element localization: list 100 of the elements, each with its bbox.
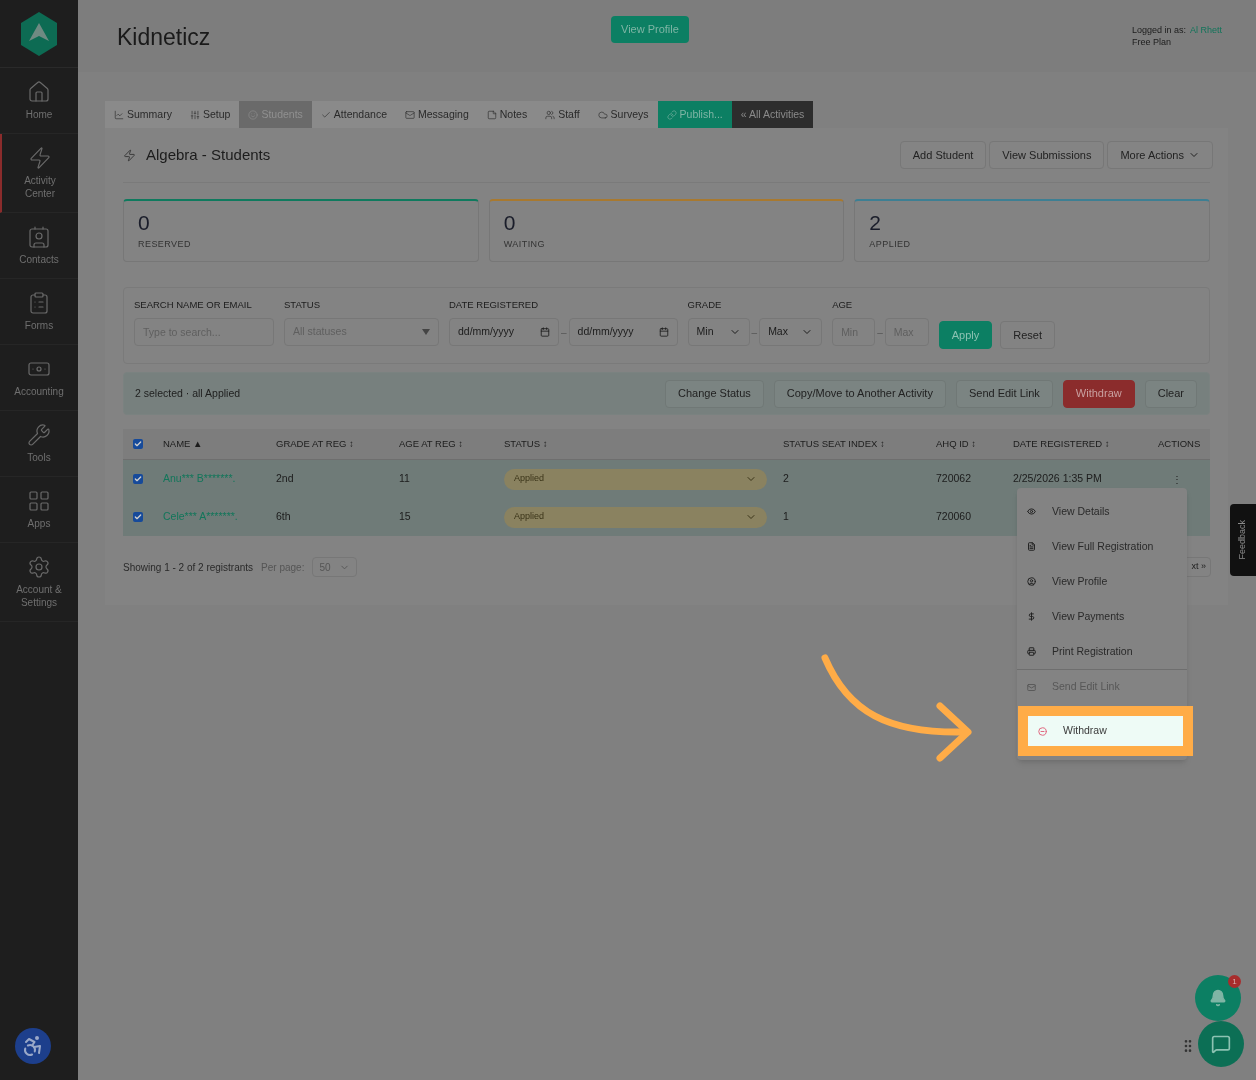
sidebar-item[interactable]: Account & Settings xyxy=(0,543,78,622)
sidebar-label: Apps xyxy=(26,517,52,530)
table-cell-text: 15 xyxy=(398,509,412,525)
bulk-action-button[interactable]: Send Edit Link xyxy=(955,379,1053,408)
sidebar-item[interactable]: Tools xyxy=(0,411,78,477)
tab[interactable]: Staff xyxy=(536,101,589,128)
stat-value: 2 xyxy=(869,211,883,235)
sidebar-item[interactable]: Home xyxy=(0,68,78,134)
sidebar-label: Contacts xyxy=(18,253,60,266)
sidebar-item[interactable]: Forms xyxy=(0,279,78,345)
sidebar-icon xyxy=(28,146,52,170)
sidebar-label: Account & Settings xyxy=(15,583,63,609)
tab[interactable]: Publish... xyxy=(657,101,732,128)
date-field[interactable]: dd/mm/yyyy xyxy=(568,318,678,347)
tab-icon xyxy=(405,109,415,120)
feedback-tab[interactable]: Feedback xyxy=(1230,504,1256,576)
menu-icon xyxy=(1027,612,1036,621)
column-header[interactable]: STATUS SEAT INDEX ↕ xyxy=(775,436,928,452)
sidebar-item[interactable]: Accounting xyxy=(0,345,78,411)
bulk-action-button[interactable]: Withdraw xyxy=(1062,379,1135,408)
status-select[interactable]: Applied xyxy=(504,506,767,528)
table-cell-text: 1 xyxy=(782,509,790,525)
status-select[interactable]: Applied xyxy=(504,468,767,490)
tab[interactable]: Notes xyxy=(477,101,537,128)
menu-item[interactable]: View Details xyxy=(1017,494,1187,529)
chat-button[interactable] xyxy=(1198,1021,1244,1067)
selection-summary: 2 selected · all Applied xyxy=(135,385,241,401)
sidebar-item[interactable]: Activity Center xyxy=(0,134,78,213)
logged-in-label: Logged in as: xyxy=(1131,24,1186,36)
tab-icon xyxy=(114,109,124,120)
column-header[interactable]: AHQ ID ↕ xyxy=(928,436,1005,452)
menu-icon xyxy=(1027,542,1036,551)
tab[interactable]: « All Activities xyxy=(731,101,814,128)
checkbox[interactable] xyxy=(133,512,143,522)
logo-icon xyxy=(19,10,59,57)
sidebar-icon xyxy=(27,423,51,447)
check-icon xyxy=(134,513,142,521)
table-cell-text: 11 xyxy=(398,471,411,487)
checkbox[interactable] xyxy=(133,474,143,484)
grade-min-select[interactable]: Min xyxy=(687,318,750,347)
column-header[interactable]: NAME ▲ xyxy=(155,436,268,452)
check-icon xyxy=(134,440,142,448)
menu-icon xyxy=(1027,682,1036,692)
sidebar-icon xyxy=(27,225,51,249)
apply-button[interactable]: Apply xyxy=(938,321,993,349)
tab-icon xyxy=(320,109,331,120)
view-profile-button[interactable]: View Profile xyxy=(611,16,689,43)
column-header[interactable]: ACTIONS xyxy=(1150,436,1210,452)
bulk-action-button[interactable]: Change Status xyxy=(665,379,764,408)
date-field[interactable]: dd/mm/yyyy xyxy=(449,318,559,347)
tab[interactable]: Surveys xyxy=(588,101,658,128)
table-cell-text: 720062 xyxy=(935,471,973,487)
menu-icon xyxy=(1038,726,1047,736)
stat-label: WAITING xyxy=(503,238,546,251)
reset-button[interactable]: Reset xyxy=(1000,321,1055,349)
column-header[interactable]: AGE AT REG ↕ xyxy=(391,436,496,452)
menu-item[interactable]: Print Registration xyxy=(1017,634,1187,669)
tab[interactable]: Setup xyxy=(180,101,240,128)
tab-icon xyxy=(545,109,556,120)
sidebar-icon xyxy=(27,291,51,315)
menu-icon xyxy=(1027,577,1036,586)
stat-value: 0 xyxy=(138,211,151,235)
action-button[interactable]: Add Student xyxy=(899,141,987,169)
menu-item[interactable]: View Full Registration xyxy=(1017,529,1187,564)
tab-icon xyxy=(189,109,200,120)
bulk-action-button[interactable]: Clear xyxy=(1144,379,1197,408)
tab-icon xyxy=(486,109,497,120)
sidebar-label: Activity Center xyxy=(23,174,57,200)
app-title: Kidneticz xyxy=(117,23,212,52)
menu-icon xyxy=(1027,647,1036,656)
tab[interactable]: Summary xyxy=(105,101,181,128)
menu-item[interactable]: View Payments xyxy=(1017,599,1187,634)
calendar-icon xyxy=(658,327,669,338)
tab[interactable]: Messaging xyxy=(396,101,478,128)
grade-max-select[interactable]: Max xyxy=(759,318,823,347)
column-header[interactable]: DATE REGISTERED ↕ xyxy=(1005,436,1150,452)
sidebar-item[interactable]: Apps xyxy=(0,477,78,543)
tab[interactable]: Attendance xyxy=(311,101,396,128)
sidebar-item[interactable]: Contacts xyxy=(0,213,78,279)
check-icon xyxy=(134,475,142,483)
column-header[interactable]: GRADE AT REG ↕ xyxy=(268,436,391,452)
action-button[interactable]: View Submissions xyxy=(989,141,1105,169)
stat-label: RESERVED xyxy=(138,238,192,251)
table-cell-text: 2nd xyxy=(275,471,295,487)
separator-text: – xyxy=(751,325,758,340)
column-header[interactable]: STATUS ↕ xyxy=(496,436,775,452)
row-actions-button[interactable]: ⋮ xyxy=(1172,471,1182,487)
accessibility-button[interactable] xyxy=(15,1028,51,1064)
bulk-action-button[interactable]: Copy/Move to Another Activity xyxy=(773,379,946,408)
sidebar-label: Accounting xyxy=(13,385,65,398)
sidebar-label: Home xyxy=(24,108,54,121)
checkbox[interactable] xyxy=(133,439,143,449)
action-button[interactable]: More Actions xyxy=(1107,141,1213,169)
notification-badge: 1 xyxy=(1228,975,1241,988)
sidebar-icon xyxy=(27,489,51,513)
menu-item[interactable]: View Profile xyxy=(1017,564,1187,599)
filter-label: DATE REGISTERED xyxy=(449,298,540,312)
menu-item[interactable]: Withdraw xyxy=(1028,716,1183,746)
stat-label: APPLIED xyxy=(869,238,912,251)
notifications-button[interactable] xyxy=(1195,975,1241,1021)
